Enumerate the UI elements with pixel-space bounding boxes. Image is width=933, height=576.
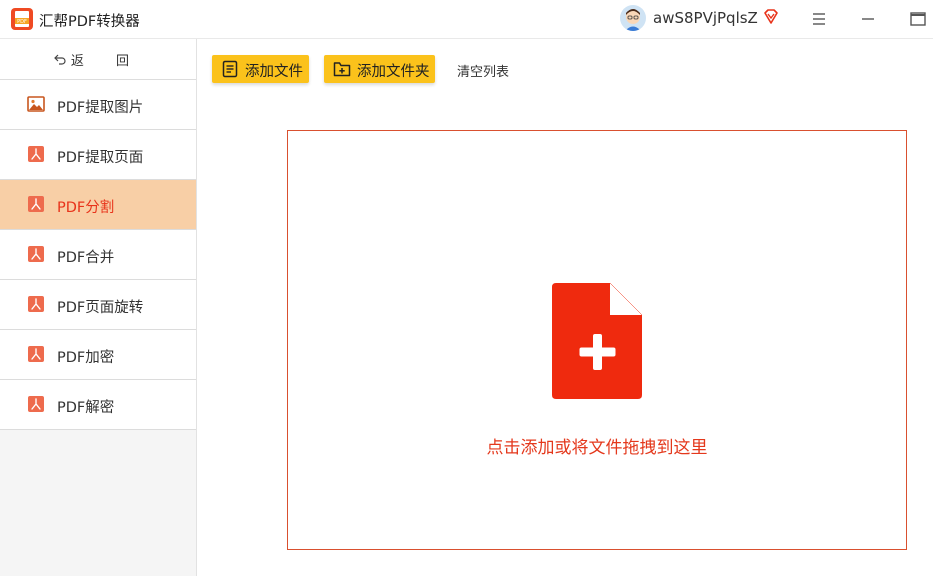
back-label: 返 回	[70, 53, 144, 69]
pdf-icon	[28, 196, 44, 212]
sidebar-item-label: PDF分割	[57, 200, 115, 216]
nav-list: PDF提取图片 PDF提取页面 PDF分割 PDF合并 PDF页面旋转 PDF加…	[0, 80, 196, 430]
image-icon	[27, 96, 45, 112]
menu-icon[interactable]	[809, 9, 829, 29]
app-logo-icon: PDF	[11, 8, 33, 30]
maximize-icon[interactable]	[908, 9, 928, 29]
add-folder-label: 添加文件夹	[357, 64, 430, 80]
app-title: 汇帮PDF转换器	[39, 14, 140, 30]
file-drop-zone[interactable]: 点击添加或将文件拖拽到这里	[287, 130, 907, 550]
vip-diamond-icon[interactable]	[762, 8, 780, 26]
file-list-icon	[222, 60, 238, 78]
sidebar-item-label: PDF提取图片	[57, 100, 144, 116]
sidebar-item-label: PDF页面旋转	[57, 300, 144, 316]
add-file-button[interactable]: 添加文件	[212, 55, 309, 83]
sidebar-item-pdf-extract-pages[interactable]: PDF提取页面	[0, 130, 196, 180]
pdf-icon	[28, 296, 44, 312]
add-file-label: 添加文件	[245, 64, 303, 80]
drop-hint-text: 点击添加或将文件拖拽到这里	[486, 438, 708, 458]
avatar[interactable]	[620, 5, 646, 31]
sidebar-item-pdf-decrypt[interactable]: PDF解密	[0, 380, 196, 430]
sidebar-item-label: PDF解密	[57, 400, 115, 416]
sidebar-item-pdf-rotate[interactable]: PDF页面旋转	[0, 280, 196, 330]
sidebar-item-pdf-encrypt[interactable]: PDF加密	[0, 330, 196, 380]
sidebar-item-label: PDF加密	[57, 350, 115, 366]
sidebar-item-label: PDF提取页面	[57, 150, 144, 166]
username: awS8PVjPqlsZ	[653, 9, 758, 27]
svg-text:PDF: PDF	[17, 19, 27, 25]
minimize-icon[interactable]	[858, 9, 878, 29]
sidebar-item-pdf-merge[interactable]: PDF合并	[0, 230, 196, 280]
add-folder-button[interactable]: 添加文件夹	[324, 55, 435, 83]
add-file-icon	[552, 283, 643, 399]
sidebar-item-pdf-split[interactable]: PDF分割	[0, 180, 196, 230]
sidebar-item-label: PDF合并	[57, 250, 115, 266]
pdf-icon	[28, 346, 44, 362]
folder-plus-icon	[333, 62, 351, 77]
title-bar: PDF 汇帮PDF转换器 awS8PVjPqlsZ	[0, 0, 933, 39]
clear-list-button[interactable]: 清空列表	[457, 61, 509, 80]
pdf-icon	[28, 146, 44, 162]
pdf-icon	[28, 396, 44, 412]
sidebar: 返 回 PDF提取图片 PDF提取页面 PDF分割 PDF合并 PDF页面旋转 …	[0, 39, 197, 576]
sidebar-item-pdf-extract-images[interactable]: PDF提取图片	[0, 80, 196, 130]
back-button[interactable]: 返 回	[0, 39, 196, 80]
pdf-icon	[28, 246, 44, 262]
back-arrow-icon	[54, 54, 66, 65]
